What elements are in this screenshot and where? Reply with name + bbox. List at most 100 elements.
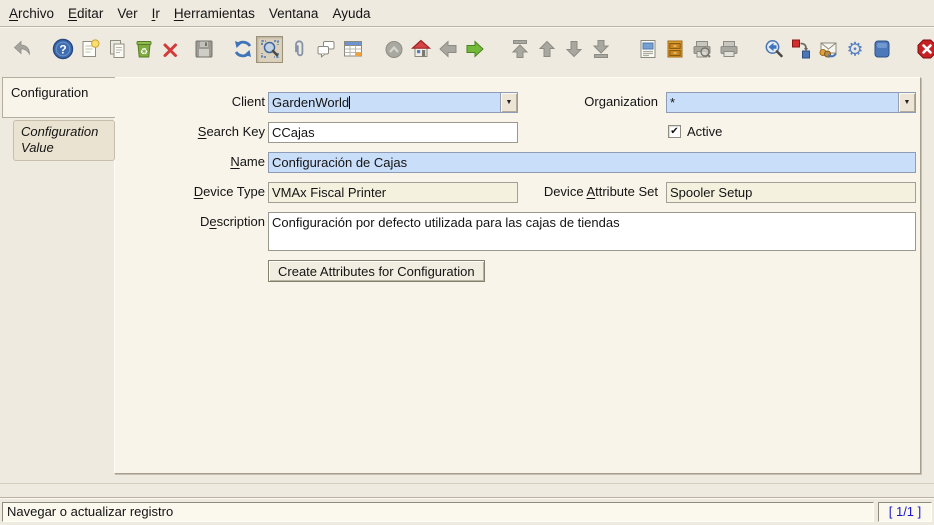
description-label: Description [199, 214, 265, 229]
previous-record-button[interactable] [533, 36, 560, 63]
find-icon [260, 40, 279, 58]
print-preview-button[interactable] [688, 36, 715, 63]
name-field[interactable]: Configuración de Cajas [268, 152, 916, 173]
next-record-icon [565, 41, 582, 58]
menu-ver[interactable]: Ver [110, 2, 144, 25]
device-type-value: VMAx Fiscal Printer [272, 185, 387, 200]
active-label: Active [687, 124, 723, 139]
menu-editar[interactable]: Editar [61, 2, 110, 25]
requests-icon [819, 42, 837, 58]
device-type-label: Device Type [193, 184, 265, 199]
name-value: Configuración de Cajas [272, 155, 408, 170]
home-button[interactable] [407, 36, 434, 63]
tab-configuration-value-label: Configuration Value [21, 124, 99, 155]
next-record-button[interactable] [560, 36, 587, 63]
exit-icon [917, 39, 934, 59]
archive-icon [667, 40, 682, 58]
menu-ventana[interactable]: Ventana [262, 2, 326, 25]
back-icon [438, 40, 456, 58]
print-button[interactable] [715, 36, 742, 63]
statusbar-divider-highlight [0, 498, 934, 499]
attachment-icon [294, 40, 303, 57]
toolbar: ? ♻ ⚙ [0, 28, 934, 70]
last-record-button[interactable] [587, 36, 614, 63]
save-icon [195, 40, 212, 58]
exit-button[interactable] [913, 36, 934, 63]
workflow-icon [791, 39, 810, 59]
tab-content-panel: Client GardenWorld Organization * Search… [114, 77, 921, 474]
requery-button[interactable] [229, 36, 256, 63]
first-record-icon [511, 40, 528, 58]
menu-herramientas[interactable]: Herramientas [167, 2, 262, 25]
preferences-icon: ⚙ [846, 40, 863, 61]
description-value: Configuración por defecto utilizada para… [272, 215, 620, 230]
preferences-button[interactable]: ⚙ [841, 36, 868, 63]
first-record-button[interactable] [506, 36, 533, 63]
archive-button[interactable] [661, 36, 688, 63]
back-button[interactable] [434, 36, 461, 63]
organization-combo[interactable]: * [666, 92, 916, 113]
forward-icon [466, 40, 484, 58]
undo-icon [13, 40, 30, 56]
zoom-across-icon [765, 40, 783, 58]
device-attribute-set-label: Device Attribute Set [543, 184, 658, 199]
parent-record-icon [385, 41, 402, 58]
parent-record-button[interactable] [380, 36, 407, 63]
app-window: Archivo Editar Ver Ir Herramientas Venta… [0, 0, 934, 525]
chat-icon [317, 41, 334, 58]
copy-record-icon [109, 40, 124, 58]
grid-toggle-icon [343, 41, 362, 57]
save-button[interactable] [190, 36, 217, 63]
menu-ayuda[interactable]: Ayuda [325, 2, 377, 25]
new-record-icon [82, 39, 99, 57]
device-attribute-set-field[interactable]: Spooler Setup [666, 182, 916, 203]
record-indicator: [ 1/1 ] [878, 502, 932, 522]
client-label: Client [231, 94, 265, 109]
delete-record-button[interactable]: ♻ [130, 36, 157, 63]
chat-button[interactable] [312, 36, 339, 63]
device-type-field[interactable]: VMAx Fiscal Printer [268, 182, 518, 203]
undo-button[interactable] [8, 36, 35, 63]
last-record-icon [592, 40, 609, 58]
zoom-across-button[interactable] [760, 36, 787, 63]
search-key-value: CCajas [272, 125, 315, 140]
text-caret [349, 96, 351, 109]
svg-text:?: ? [59, 43, 66, 57]
status-message: Navegar o actualizar registro [2, 502, 874, 522]
grid-toggle-button[interactable] [339, 36, 366, 63]
product-info-icon [874, 40, 889, 58]
copy-record-button[interactable] [103, 36, 130, 63]
new-record-button[interactable] [76, 36, 103, 63]
find-button[interactable] [256, 35, 283, 63]
create-attributes-button[interactable]: Create Attributes for Configuration [268, 260, 485, 282]
report-button[interactable] [634, 36, 661, 63]
content-divider [0, 483, 934, 484]
menu-ir[interactable]: Ir [145, 2, 167, 25]
tab-configuration[interactable]: Configuration [2, 77, 115, 118]
device-attribute-set-value: Spooler Setup [670, 185, 753, 200]
svg-text:⚙: ⚙ [846, 40, 863, 61]
workflow-button[interactable] [787, 36, 814, 63]
tab-configuration-value[interactable]: Configuration Value [13, 120, 115, 161]
attachment-button[interactable] [285, 36, 312, 63]
help-button[interactable]: ? [49, 36, 76, 63]
tab-configuration-label: Configuration [11, 85, 89, 100]
name-label: Name [230, 154, 265, 169]
help-icon: ? [52, 38, 73, 60]
requery-icon [234, 40, 251, 58]
svg-text:♻: ♻ [139, 47, 147, 57]
requests-button[interactable] [814, 36, 841, 63]
search-key-label: Search Key [197, 124, 265, 139]
description-field[interactable]: Configuración por defecto utilizada para… [268, 212, 916, 251]
client-combo[interactable]: GardenWorld [268, 92, 518, 113]
active-checkbox[interactable] [668, 125, 681, 138]
product-info-button[interactable] [868, 36, 895, 63]
home-icon [410, 39, 431, 57]
menu-archivo[interactable]: Archivo [2, 2, 61, 25]
delete-selection-button[interactable] [157, 36, 184, 63]
client-value: GardenWorld [272, 95, 350, 110]
search-key-field[interactable]: CCajas [268, 122, 518, 143]
forward-button[interactable] [461, 36, 488, 63]
report-icon [640, 40, 655, 58]
organization-dropdown-arrow-icon[interactable] [898, 93, 915, 112]
